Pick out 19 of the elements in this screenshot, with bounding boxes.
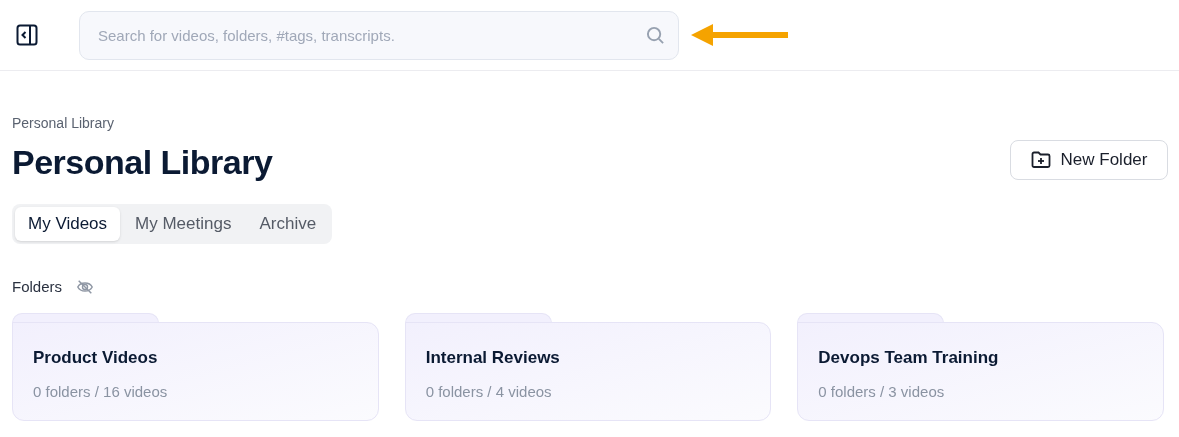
folder-meta: 0 folders / 3 videos [818,382,946,402]
search-icon[interactable] [646,25,665,45]
arrow-icon [691,23,788,47]
folder-plus-icon [1030,151,1051,169]
eye-off-icon[interactable] [76,278,95,297]
sidebar-toggle-icon[interactable] [16,24,38,46]
folder-name: Internal Reviews [425,346,561,369]
tab[interactable]: My Videos [15,207,121,241]
folder-name: Devops Team Training [818,346,1000,369]
folder-name: Product Videos [33,346,159,369]
tab[interactable]: Archive [246,207,330,241]
new-folder-button[interactable]: New Folder [1010,140,1168,180]
search-field[interactable]: Search for videos, folders, #tags, transcripts. [79,10,679,60]
folder-meta: 0 folders / 16 videos [33,382,169,402]
page-title: Personal Library [12,142,273,183]
folder-meta: 0 folders / 4 videos [425,382,553,402]
folders-heading: Folders [12,277,63,297]
tab[interactable]: My Meetings [122,207,245,241]
breadcrumb[interactable]: Personal Library [12,113,1167,134]
